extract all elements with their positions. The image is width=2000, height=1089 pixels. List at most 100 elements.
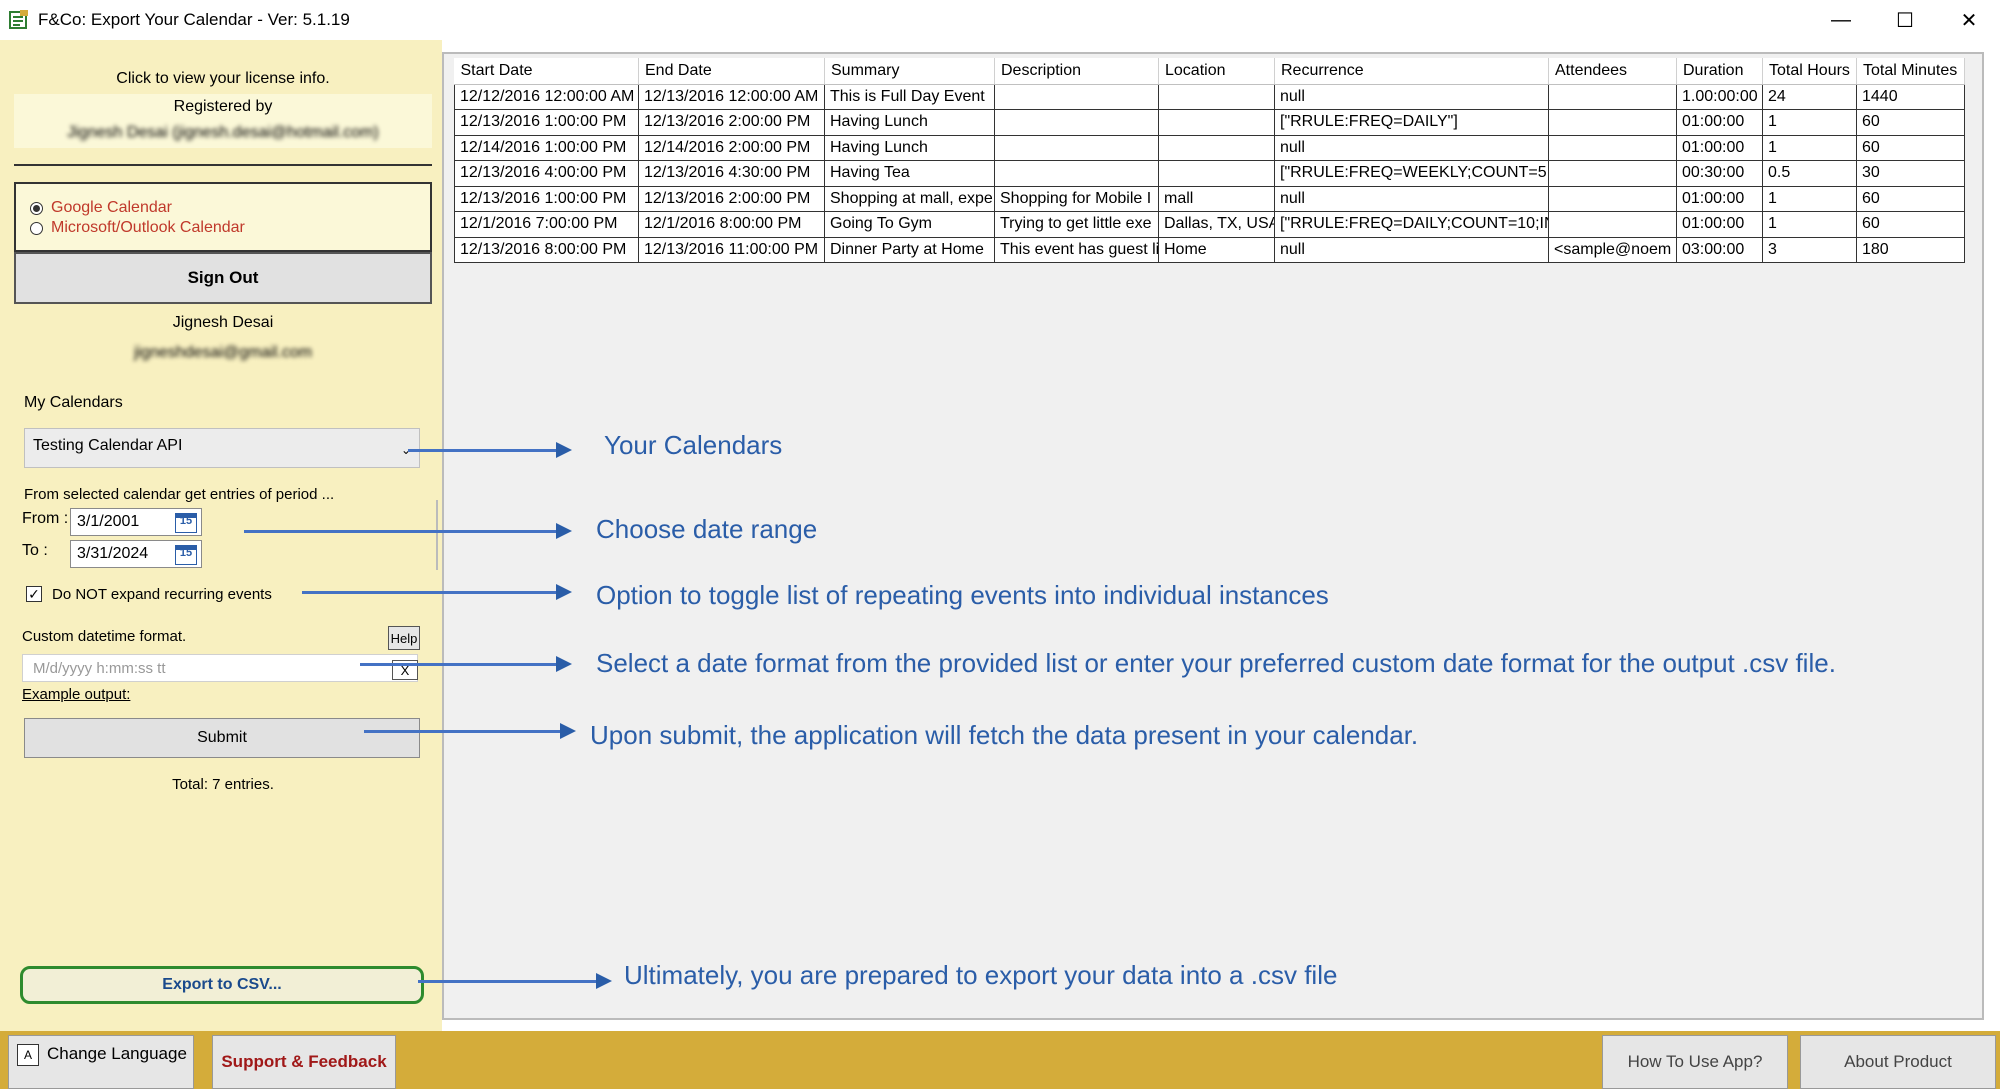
table-cell[interactable]: 12/13/2016 2:00:00 PM bbox=[638, 109, 825, 136]
calendar-icon[interactable]: 15 bbox=[175, 513, 197, 533]
table-cell[interactable]: 12/14/2016 2:00:00 PM bbox=[638, 134, 825, 161]
table-cell[interactable]: 12/12/2016 12:00:00 AM bbox=[454, 83, 639, 110]
table-cell[interactable]: 1 bbox=[1762, 185, 1857, 212]
close-button[interactable]: ✕ bbox=[1938, 0, 2000, 40]
table-cell[interactable]: null bbox=[1274, 185, 1549, 212]
table-cell[interactable] bbox=[994, 83, 1159, 110]
table-cell[interactable]: 0.5 bbox=[1762, 160, 1857, 187]
table-cell[interactable]: 01:00:00 bbox=[1676, 185, 1763, 212]
support-feedback-button[interactable]: Support & Feedback bbox=[212, 1035, 396, 1089]
table-cell[interactable]: 12/13/2016 1:00:00 PM bbox=[454, 185, 639, 212]
table-cell[interactable]: Going To Gym bbox=[824, 211, 995, 238]
to-date-picker[interactable]: 3/31/2024 15 bbox=[70, 540, 202, 568]
table-row[interactable]: 12/1/2016 7:00:00 PM 12/1/2016 8:00:00 PM… bbox=[454, 211, 1965, 238]
example-output-link[interactable]: Example output: bbox=[22, 686, 130, 703]
table-cell[interactable]: 1 bbox=[1762, 211, 1857, 238]
license-info-link[interactable]: Click to view your license info. bbox=[14, 70, 432, 88]
table-cell[interactable]: 01:00:00 bbox=[1676, 134, 1763, 161]
column-header[interactable]: End Date bbox=[638, 58, 825, 85]
column-header[interactable]: Summary bbox=[824, 58, 995, 85]
table-cell[interactable] bbox=[1548, 109, 1677, 136]
table-cell[interactable]: 12/13/2016 11:00:00 PM bbox=[638, 236, 825, 263]
table-cell[interactable] bbox=[1548, 83, 1677, 110]
table-cell[interactable] bbox=[1158, 83, 1275, 110]
table-cell[interactable]: 03:00:00 bbox=[1676, 236, 1763, 263]
column-header[interactable]: Recurrence bbox=[1274, 58, 1549, 85]
table-cell[interactable]: Dallas, TX, USA bbox=[1158, 211, 1275, 238]
column-header[interactable]: Attendees bbox=[1548, 58, 1677, 85]
table-cell[interactable] bbox=[994, 109, 1159, 136]
how-to-use-button[interactable]: How To Use App? bbox=[1602, 1035, 1788, 1089]
table-cell[interactable]: Having Tea bbox=[824, 160, 995, 187]
table-cell[interactable]: 01:00:00 bbox=[1676, 211, 1763, 238]
calendar-select[interactable]: Testing Calendar API ⌄ bbox=[24, 428, 420, 468]
table-cell[interactable]: 1440 bbox=[1856, 83, 1965, 110]
table-cell[interactable]: 12/1/2016 8:00:00 PM bbox=[638, 211, 825, 238]
sign-out-button[interactable]: Sign Out bbox=[14, 252, 432, 304]
table-row[interactable]: 12/13/2016 4:00:00 PM 12/13/2016 4:30:00 … bbox=[454, 160, 1965, 187]
datetime-format-input[interactable]: M/d/yyyy h:mm:ss tt bbox=[22, 654, 418, 682]
maximize-button[interactable]: ☐ bbox=[1874, 0, 1936, 40]
table-cell[interactable] bbox=[994, 160, 1159, 187]
radio-google[interactable]: Google Calendar bbox=[30, 198, 430, 218]
table-cell[interactable]: Having Lunch bbox=[824, 109, 995, 136]
table-cell[interactable] bbox=[1548, 211, 1677, 238]
radio-button[interactable] bbox=[30, 221, 43, 235]
column-header[interactable]: Location bbox=[1158, 58, 1275, 85]
table-cell[interactable]: ["RRULE:FREQ=DAILY"] bbox=[1274, 109, 1549, 136]
calendar-icon[interactable]: 15 bbox=[175, 545, 197, 565]
table-cell[interactable]: mall bbox=[1158, 185, 1275, 212]
column-header[interactable]: Total Minutes bbox=[1856, 58, 1965, 85]
change-language-button[interactable]: A Change Language bbox=[8, 1035, 194, 1089]
table-cell[interactable] bbox=[1158, 134, 1275, 161]
table-cell[interactable]: This event has guest li bbox=[994, 236, 1159, 263]
table-cell[interactable]: Home bbox=[1158, 236, 1275, 263]
table-cell[interactable]: 12/13/2016 2:00:00 PM bbox=[638, 185, 825, 212]
table-row[interactable]: 12/13/2016 1:00:00 PM 12/13/2016 2:00:00 … bbox=[454, 109, 1965, 136]
export-csv-button[interactable]: Export to CSV... bbox=[20, 966, 424, 1004]
table-cell[interactable]: 00:30:00 bbox=[1676, 160, 1763, 187]
table-cell[interactable]: 1.00:00:00 bbox=[1676, 83, 1763, 110]
column-header[interactable]: Start Date bbox=[454, 58, 639, 85]
table-cell[interactable]: 12/13/2016 1:00:00 PM bbox=[454, 109, 639, 136]
table-cell[interactable]: 12/13/2016 4:30:00 PM bbox=[638, 160, 825, 187]
table-cell[interactable]: null bbox=[1274, 236, 1549, 263]
table-cell[interactable] bbox=[994, 134, 1159, 161]
table-cell[interactable] bbox=[1158, 160, 1275, 187]
table-row[interactable]: 12/13/2016 1:00:00 PM 12/13/2016 2:00:00 … bbox=[454, 185, 1965, 212]
table-cell[interactable]: 180 bbox=[1856, 236, 1965, 263]
no-expand-checkbox[interactable]: ✓ bbox=[26, 586, 42, 602]
minimize-button[interactable]: — bbox=[1810, 0, 1872, 40]
submit-button[interactable]: Submit bbox=[24, 718, 420, 758]
table-cell[interactable]: 01:00:00 bbox=[1676, 109, 1763, 136]
table-cell[interactable]: 1 bbox=[1762, 109, 1857, 136]
table-cell[interactable]: Having Lunch bbox=[824, 134, 995, 161]
table-cell[interactable]: 60 bbox=[1856, 109, 1965, 136]
table-cell[interactable]: 60 bbox=[1856, 185, 1965, 212]
table-cell[interactable]: 3 bbox=[1762, 236, 1857, 263]
table-cell[interactable]: null bbox=[1274, 134, 1549, 161]
table-cell[interactable]: 12/13/2016 8:00:00 PM bbox=[454, 236, 639, 263]
table-cell[interactable]: 24 bbox=[1762, 83, 1857, 110]
table-cell[interactable]: 12/13/2016 4:00:00 PM bbox=[454, 160, 639, 187]
radio-button[interactable] bbox=[30, 201, 43, 215]
table-row[interactable]: 12/14/2016 1:00:00 PM 12/14/2016 2:00:00 … bbox=[454, 134, 1965, 161]
table-cell[interactable]: 12/13/2016 12:00:00 AM bbox=[638, 83, 825, 110]
table-cell[interactable]: Shopping at mall, expe bbox=[824, 185, 995, 212]
table-row[interactable]: 12/12/2016 12:00:00 AM 12/13/2016 12:00:0… bbox=[454, 83, 1965, 110]
table-cell[interactable]: 60 bbox=[1856, 134, 1965, 161]
table-cell[interactable]: 12/1/2016 7:00:00 PM bbox=[454, 211, 639, 238]
table-cell[interactable]: 30 bbox=[1856, 160, 1965, 187]
table-cell[interactable] bbox=[1548, 134, 1677, 161]
splitter-handle[interactable] bbox=[436, 500, 438, 570]
table-cell[interactable]: Trying to get little exe bbox=[994, 211, 1159, 238]
from-date-picker[interactable]: 3/1/2001 15 bbox=[70, 508, 202, 536]
table-cell[interactable] bbox=[1158, 109, 1275, 136]
radio-outlook[interactable]: Microsoft/Outlook Calendar bbox=[30, 218, 430, 238]
table-cell[interactable]: Shopping for Mobile I bbox=[994, 185, 1159, 212]
table-cell[interactable]: null bbox=[1274, 83, 1549, 110]
table-cell[interactable]: 1 bbox=[1762, 134, 1857, 161]
table-cell[interactable] bbox=[1548, 160, 1677, 187]
help-button[interactable]: Help bbox=[388, 626, 420, 650]
license-box[interactable]: Registered by Jignesh Desai (jignesh.des… bbox=[14, 94, 432, 148]
